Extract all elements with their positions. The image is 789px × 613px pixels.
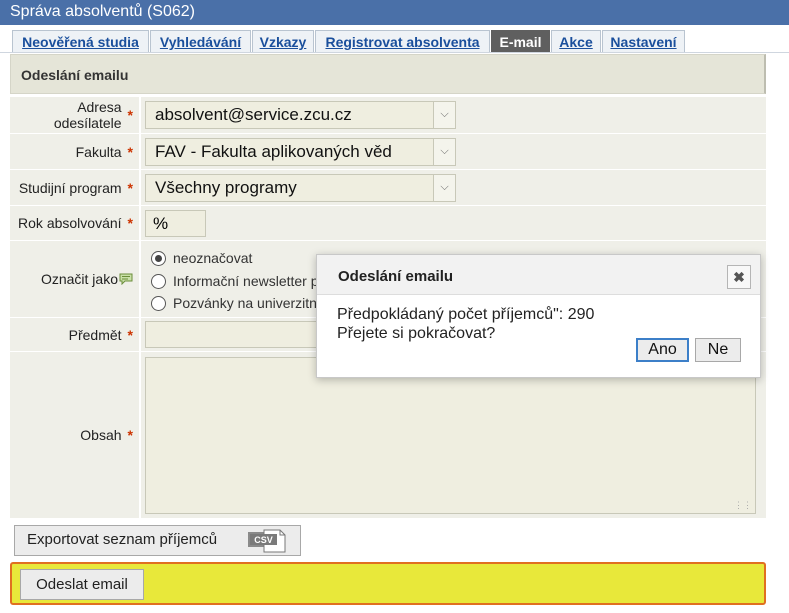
tab-settings[interactable]: Nastavení xyxy=(602,30,685,52)
no-button[interactable]: Ne xyxy=(695,338,741,362)
dialog-question-line: Přejete si pokračovat? xyxy=(337,325,496,342)
option-label: Pozvánky na univerzitn xyxy=(173,295,317,311)
section-title: Odeslání emailu xyxy=(10,54,766,94)
sender-label-text: Adresa odesílatele xyxy=(53,99,122,131)
faculty-select[interactable]: FAV - Fakulta aplikovaných věd ⌵ xyxy=(145,138,456,166)
radio-button[interactable] xyxy=(151,295,166,311)
sender-label: Adresa odesílatele * xyxy=(10,97,139,134)
dialog-title-text: Odeslání emailu xyxy=(338,268,454,285)
tab-email[interactable]: E-mail xyxy=(491,30,550,52)
mark-as-option-invitations[interactable]: Pozvánky na univerzitn xyxy=(151,295,317,311)
year-input[interactable]: % xyxy=(145,210,206,237)
body-label: Obsah * xyxy=(10,352,139,519)
required-mark: * xyxy=(127,107,133,123)
comment-icon xyxy=(119,273,133,285)
chevron-down-icon: ⌵ xyxy=(433,139,455,165)
tab-search[interactable]: Vyhledávání xyxy=(150,30,251,52)
tab-register-graduate[interactable]: Registrovat absolventa xyxy=(315,30,490,52)
mark-as-option-none[interactable]: neoznačovat xyxy=(151,250,252,266)
confirm-dialog: Odeslání emailu ✖ Předpokládaný počet př… xyxy=(316,254,761,378)
required-mark: * xyxy=(127,427,133,443)
required-mark: * xyxy=(127,179,133,196)
resize-grip-icon[interactable]: ⋮⋮ xyxy=(734,500,752,511)
subject-label-text: Předmět xyxy=(68,326,122,343)
program-select[interactable]: Všechny programy ⌵ xyxy=(145,174,456,202)
radio-button[interactable] xyxy=(151,273,166,289)
year-label-text: Rok absolvování xyxy=(18,215,122,231)
send-email-button[interactable]: Odeslat email xyxy=(20,569,144,600)
program-label-text: Studijní program xyxy=(18,179,122,196)
required-mark: * xyxy=(127,143,133,160)
chevron-down-icon: ⌵ xyxy=(433,175,455,201)
required-mark: * xyxy=(127,326,133,343)
dialog-title: Odeslání emailu ✖ xyxy=(317,255,760,295)
faculty-label-text: Fakulta xyxy=(75,143,122,160)
dialog-message: Předpokládaný počet příjemců": 290 Přeje… xyxy=(337,305,594,343)
mark-as-label-text: Označit jako xyxy=(40,271,118,287)
faculty-label: Fakulta * xyxy=(10,134,139,170)
mark-as-option-newsletter[interactable]: Informační newsletter p xyxy=(151,273,319,289)
required-mark: * xyxy=(127,215,133,231)
sender-value: absolvent@service.zcu.cz xyxy=(155,105,352,124)
body-textarea[interactable]: ⋮⋮ xyxy=(145,357,756,514)
program-value: Všechny programy xyxy=(155,178,297,197)
dialog-message-line: Předpokládaný počet příjemců": 290 xyxy=(337,306,595,323)
export-label: Exportovat seznam příjemců xyxy=(27,531,218,548)
mark-as-label: Označit jako xyxy=(10,241,139,318)
tab-bar: Neověřená studia Vyhledávání Vzkazy Regi… xyxy=(0,25,789,53)
radio-button[interactable] xyxy=(151,250,166,266)
faculty-value: FAV - Fakulta aplikovaných věd xyxy=(155,142,392,161)
export-recipients-button[interactable]: Exportovat seznam příjemců CSV xyxy=(14,525,301,556)
chevron-down-icon: ⌵ xyxy=(433,102,455,128)
close-icon[interactable]: ✖ xyxy=(727,265,751,289)
program-label: Studijní program * xyxy=(10,170,139,206)
sender-select[interactable]: absolvent@service.zcu.cz ⌵ xyxy=(145,101,456,129)
yes-button[interactable]: Ano xyxy=(636,338,689,362)
option-label: neoznačovat xyxy=(173,250,253,266)
tab-events[interactable]: Akce xyxy=(551,30,601,52)
tab-unverified-studies[interactable]: Neověřená studia xyxy=(12,30,149,52)
subject-label: Předmět * xyxy=(10,318,139,352)
csv-file-icon: CSV xyxy=(248,529,286,553)
csv-icon-text: CSV xyxy=(254,535,273,545)
tab-messages[interactable]: Vzkazy xyxy=(252,30,314,52)
send-bar: Odeslat email xyxy=(10,562,766,605)
option-label: Informační newsletter p xyxy=(173,273,319,289)
body-label-text: Obsah xyxy=(80,427,122,443)
year-cell xyxy=(139,206,766,241)
window-title: Správa absolventů (S062) xyxy=(0,0,789,25)
year-label: Rok absolvování * xyxy=(10,206,139,241)
